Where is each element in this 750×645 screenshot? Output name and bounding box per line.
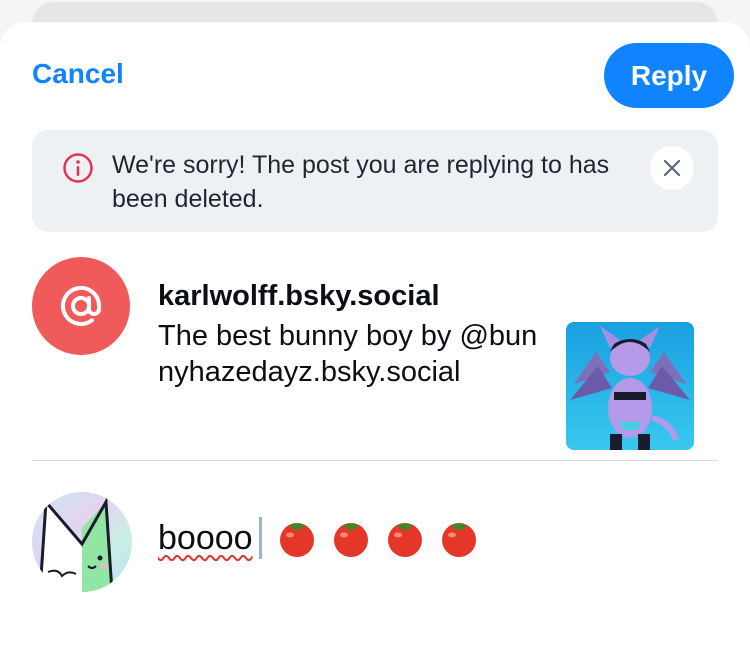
divider	[32, 460, 718, 461]
parent-post: karlwolff.bsky.social The best bunny boy…	[0, 254, 750, 454]
tomato-emoji-icon	[384, 517, 426, 559]
deleted-post-banner: We're sorry! The post you are replying t…	[32, 130, 718, 232]
at-sign-icon	[61, 285, 101, 326]
reply-text-input[interactable]: boooo	[158, 517, 480, 559]
composer: boooo	[0, 484, 750, 645]
avatar[interactable]	[32, 492, 132, 592]
info-circle-icon	[62, 152, 94, 184]
dismiss-banner-button[interactable]	[650, 146, 694, 190]
banner-message: We're sorry! The post you are replying t…	[112, 151, 610, 213]
cancel-button[interactable]: Cancel	[32, 58, 124, 90]
composer-header: Cancel Reply	[0, 22, 750, 132]
user-avatar-image	[32, 492, 132, 592]
tomato-emoji-icon	[330, 517, 372, 559]
post-image-thumbnail[interactable]	[566, 322, 694, 450]
avatar[interactable]	[32, 257, 130, 355]
close-icon	[663, 159, 681, 177]
text-caret	[258, 517, 262, 559]
post-text: The best bunny boy by @bunnyhazedayz.bsk…	[158, 320, 538, 388]
post-author-handle[interactable]: karlwolff.bsky.social	[158, 280, 440, 313]
tomato-emoji-icon	[438, 517, 480, 559]
character-illustration-image	[566, 322, 694, 450]
reply-composer-sheet: Cancel Reply We're sorry! The post you a…	[0, 22, 750, 645]
tomato-emoji-icon	[276, 517, 318, 559]
reply-button[interactable]: Reply	[604, 43, 734, 108]
composer-text: boooo	[158, 518, 253, 557]
